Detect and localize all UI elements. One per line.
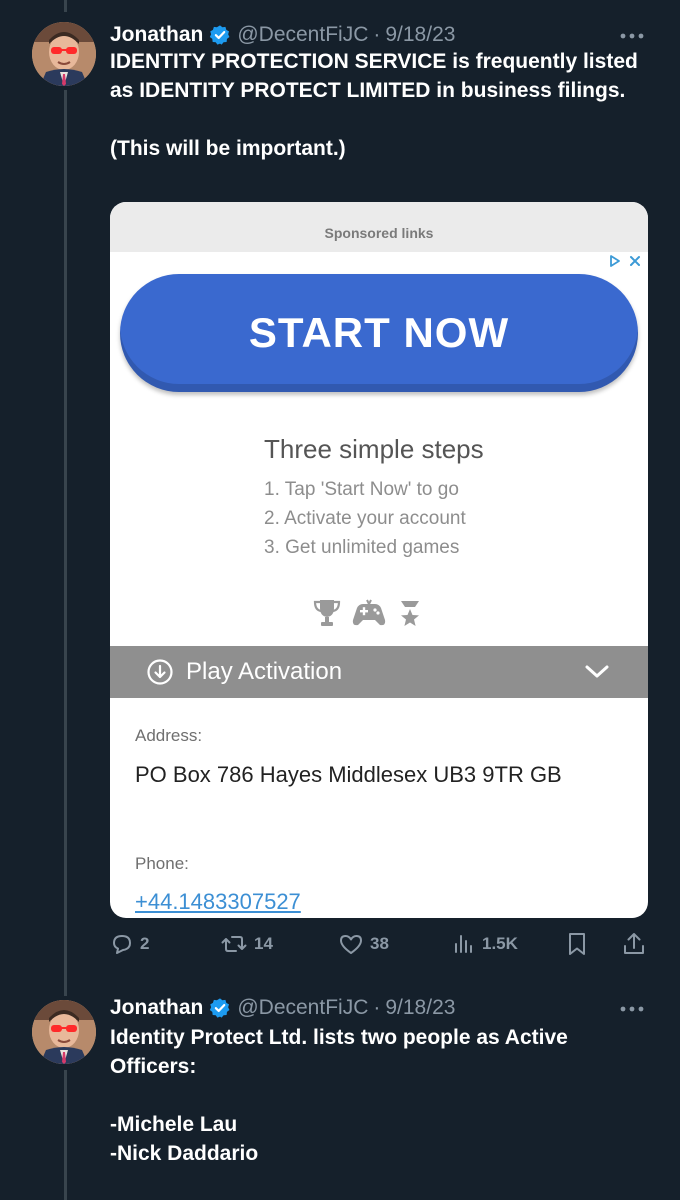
more-options-icon[interactable] <box>620 20 644 46</box>
thread-line-bottom <box>64 1070 67 1200</box>
ad-choices-play-icon[interactable] <box>608 254 622 268</box>
tweet-text: IDENTITY PROTECTION SERVICE is frequentl… <box>110 50 638 160</box>
play-activation-bar[interactable]: Play Activation <box>110 646 648 698</box>
phone-label: Phone: <box>135 854 189 873</box>
address-label: Address: <box>135 726 203 745</box>
reply-button[interactable]: 2 <box>110 928 149 960</box>
tweet-date[interactable]: 9/18/23 <box>385 996 455 1020</box>
avatar[interactable] <box>32 22 96 86</box>
reply-icon <box>113 935 131 954</box>
start-now-button[interactable]: START NOW <box>120 274 638 392</box>
steps-title: Three simple steps <box>264 434 484 464</box>
play-activation-label: Play Activation <box>186 658 343 685</box>
phone-link[interactable]: +44.1483307527 <box>135 889 301 915</box>
reply-count: 2 <box>140 934 150 953</box>
ad-close-icon[interactable] <box>628 254 642 268</box>
verified-badge-icon <box>210 998 230 1018</box>
avatar-image <box>32 22 96 86</box>
step-item: 1. Tap 'Start Now' to go <box>264 479 459 500</box>
header-separator: · <box>373 996 381 1019</box>
author-handle[interactable]: @DecentFiJC <box>237 23 368 47</box>
tweet-media-image[interactable]: Sponsored links START NOW Three simple s… <box>110 202 648 918</box>
views-button[interactable]: 1.5K <box>452 928 518 960</box>
step-item: 3. Get unlimited games <box>264 537 460 558</box>
verified-badge-icon <box>210 25 230 45</box>
tweet-actions: 2 14 38 1.5K <box>110 928 650 960</box>
like-count: 38 <box>370 934 389 953</box>
thread-line-connector <box>64 90 67 996</box>
retweet-count: 14 <box>254 934 273 953</box>
tweet-date[interactable]: 9/18/23 <box>385 23 455 47</box>
views-chart-icon <box>455 935 472 953</box>
avatar[interactable] <box>32 1000 96 1064</box>
award-icon <box>401 601 419 626</box>
share-button[interactable] <box>622 928 652 960</box>
game-icons-row <box>313 598 423 628</box>
like-button[interactable]: 38 <box>338 928 389 960</box>
ad-choices[interactable] <box>608 254 642 268</box>
views-count: 1.5K <box>482 934 518 953</box>
author-name[interactable]: Jonathan <box>110 996 203 1020</box>
author-name[interactable]: Jonathan <box>110 23 203 47</box>
tweet-header: Jonathan @DecentFiJC · 9/18/23 <box>110 991 455 1025</box>
chevron-down-icon[interactable] <box>584 664 610 680</box>
thread-line-top <box>64 0 67 12</box>
author-handle[interactable]: @DecentFiJC <box>237 996 368 1020</box>
heart-icon <box>340 935 362 954</box>
more-options-icon[interactable] <box>620 993 644 1019</box>
bookmark-icon <box>569 933 585 955</box>
bookmark-button[interactable] <box>566 928 594 960</box>
share-icon <box>624 933 644 954</box>
sponsored-label: Sponsored links <box>110 202 648 252</box>
gamepad-icon <box>352 599 386 626</box>
retweet-icon <box>221 936 247 952</box>
tweet-text: Identity Protect Ltd. lists two people a… <box>110 1026 568 1165</box>
retweet-button[interactable]: 14 <box>220 928 273 960</box>
trophy-icon <box>313 600 341 626</box>
download-circle-icon <box>147 659 173 685</box>
header-separator: · <box>373 23 381 46</box>
address-value: PO Box 786 Hayes Middlesex UB3 9TR GB <box>135 762 562 787</box>
step-item: 2. Activate your account <box>264 508 466 529</box>
avatar-image <box>32 1000 96 1064</box>
